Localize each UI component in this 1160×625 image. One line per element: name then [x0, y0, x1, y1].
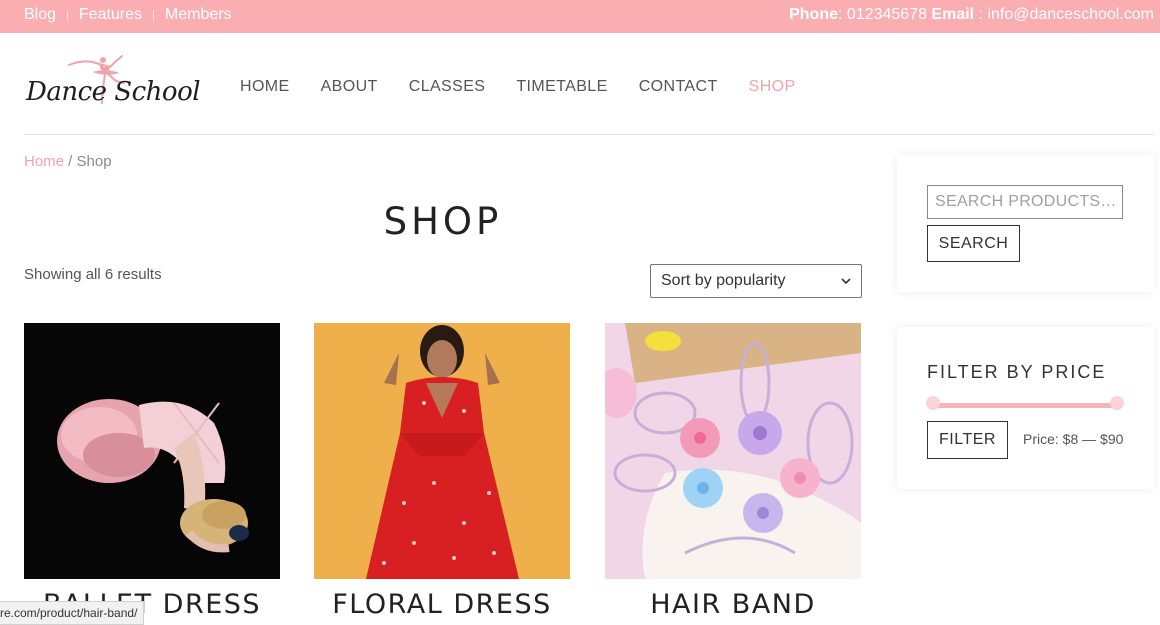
product-card[interactable]: FLORAL DRESS — [314, 323, 570, 620]
filter-button[interactable]: FILTER — [927, 421, 1008, 459]
price-range-label: Price: $8 — $90 — [1023, 431, 1124, 447]
price-max-handle[interactable] — [1110, 396, 1124, 410]
price-slider-track[interactable] — [933, 403, 1117, 408]
logo-text: Dance School — [26, 77, 201, 107]
product-name[interactable]: FLORAL DRESS — [314, 589, 570, 620]
search-widget: SEARCH — [897, 155, 1154, 292]
phone-value: : 012345678 — [838, 6, 932, 23]
filter-title: FILTER BY PRICE — [927, 362, 1107, 382]
page-title: SHOP — [383, 200, 503, 243]
floral-dress-photo — [314, 323, 570, 579]
nav-timetable[interactable]: TIMETABLE — [516, 78, 607, 96]
sort-select[interactable]: Sort by popularity — [650, 264, 862, 298]
top-link-features[interactable]: Features — [79, 6, 142, 24]
top-link-members[interactable]: Members — [165, 6, 232, 24]
site-header: Dance School HOME ABOUT CLASSES TIMETABL… — [0, 33, 1160, 134]
search-button[interactable]: SEARCH — [927, 225, 1020, 262]
product-card[interactable]: BALLET DRESS — [24, 323, 280, 620]
result-count: Showing all 6 results — [24, 266, 162, 283]
header-divider — [24, 134, 1154, 135]
nav-about[interactable]: ABOUT — [321, 78, 378, 96]
price-slider-range — [933, 403, 1117, 408]
nav-contact[interactable]: CONTACT — [639, 78, 718, 96]
product-card[interactable]: HAIR BAND — [605, 323, 861, 620]
price-min-handle[interactable] — [926, 396, 940, 410]
product-image[interactable] — [24, 323, 280, 579]
breadcrumb-current: Shop — [76, 153, 112, 170]
top-link-blog[interactable]: Blog — [24, 6, 56, 24]
sort-selected-value: Sort by popularity — [661, 272, 786, 289]
breadcrumb: Home / Shop — [24, 153, 112, 170]
top-separator: | — [152, 9, 155, 21]
top-bar: Blog | Features | Members Phone: 0123456… — [0, 0, 1160, 33]
product-image[interactable] — [314, 323, 570, 579]
nav-home[interactable]: HOME — [240, 78, 290, 96]
breadcrumb-home[interactable]: Home — [24, 153, 64, 170]
price-filter-widget: FILTER BY PRICE FILTER Price: $8 — $90 — [897, 327, 1154, 489]
top-separator: | — [66, 9, 69, 21]
hair-band-photo — [605, 323, 861, 579]
top-links: Blog | Features | Members — [24, 6, 232, 24]
product-name[interactable]: HAIR BAND — [605, 589, 861, 620]
main-nav: HOME ABOUT CLASSES TIMETABLE CONTACT SHO… — [240, 78, 827, 96]
chevron-down-icon — [841, 277, 851, 284]
ballet-dress-photo — [24, 323, 280, 579]
nav-classes[interactable]: CLASSES — [409, 78, 486, 96]
breadcrumb-separator: / — [64, 153, 77, 170]
link-status-tooltip: re.com/product/hair-band/ — [0, 601, 145, 625]
email-value[interactable]: : info@danceschool.com — [974, 6, 1154, 23]
nav-shop[interactable]: SHOP — [749, 78, 796, 96]
search-input[interactable] — [927, 185, 1123, 219]
email-label: Email — [931, 6, 975, 23]
product-image[interactable] — [605, 323, 861, 579]
phone-label: Phone — [789, 6, 838, 23]
site-logo[interactable]: Dance School — [24, 43, 201, 113]
contact-info: Phone: 012345678 Email : info@danceschoo… — [789, 6, 1154, 24]
